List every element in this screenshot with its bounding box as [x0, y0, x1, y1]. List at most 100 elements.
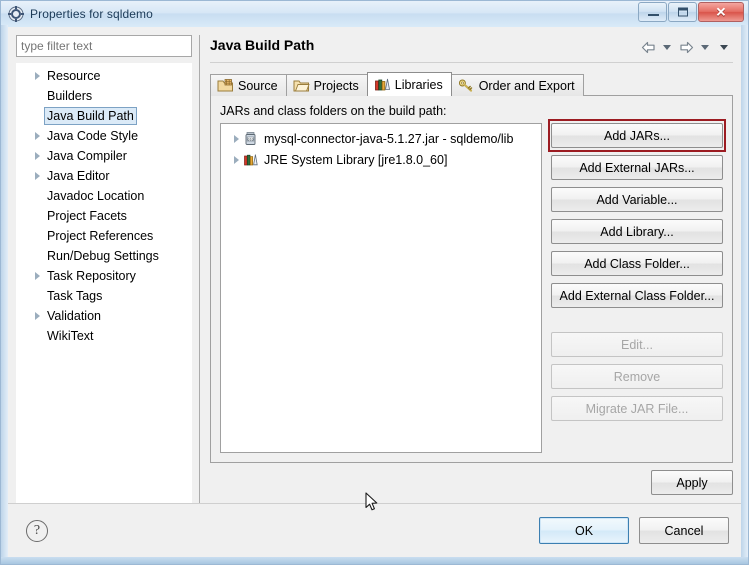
close-button[interactable]: ✕: [698, 2, 744, 22]
tab-libraries[interactable]: Libraries: [366, 72, 452, 96]
tab-label: Projects: [313, 78, 359, 93]
sidebar-item-project-facets[interactable]: Project Facets: [16, 206, 192, 226]
maximize-button[interactable]: [668, 2, 697, 22]
title-bar[interactable]: Properties for sqldemo ✕: [1, 1, 748, 27]
jar-tree-row[interactable]: JRE System Library [jre1.8.0_60]: [221, 149, 541, 170]
back-arrow-icon[interactable]: [639, 39, 657, 55]
remove-button: Remove: [551, 364, 723, 389]
sidebar-item-label: WikiText: [47, 329, 94, 343]
sidebar-item-java-compiler[interactable]: Java Compiler: [16, 146, 192, 166]
jars-tree[interactable]: 010 mysql-connector-java-5.1.27.jar - sql…: [220, 123, 542, 453]
window-frame-left: [1, 25, 8, 564]
window-controls: ✕: [637, 2, 744, 22]
migrate-jar-file-button: Migrate JAR File...: [551, 396, 723, 421]
dialog-body: Resource Builders Java Build Path Java Code…: [8, 27, 741, 557]
sidebar-item-label: Resource: [47, 69, 101, 83]
edit-button: Edit...: [551, 332, 723, 357]
sidebar-item-label: Task Repository: [47, 269, 136, 283]
jar-entry-label: mysql-connector-java-5.1.27.jar - sqldem…: [264, 131, 514, 146]
projects-folder-icon: [293, 78, 310, 93]
maximize-icon: [677, 7, 688, 17]
add-jars-button[interactable]: Add JARs...: [551, 123, 723, 148]
expand-arrow-icon[interactable]: [30, 152, 44, 160]
filter-input[interactable]: [16, 35, 192, 57]
libraries-button-column: Add JARs... Add External JARs... Add Varia…: [548, 119, 726, 453]
sidebar-item-resource[interactable]: Resource: [16, 66, 192, 86]
expand-arrow-icon[interactable]: [30, 172, 44, 180]
window-frame-right: [741, 25, 748, 564]
expand-arrow-icon[interactable]: [229, 155, 243, 164]
eclipse-properties-icon: [8, 6, 24, 22]
help-icon[interactable]: ?: [26, 519, 48, 542]
tab-projects[interactable]: Projects: [285, 74, 368, 96]
expand-arrow-icon[interactable]: [30, 72, 44, 80]
window-title: Properties for sqldemo: [30, 7, 153, 21]
expand-arrow-icon[interactable]: [30, 132, 44, 140]
sidebar-item-label: Java Code Style: [47, 129, 139, 143]
source-folder-icon: [217, 78, 234, 93]
tab-label: Source: [238, 78, 278, 93]
sidebar-item-java-editor[interactable]: Java Editor: [16, 166, 192, 186]
jre-library-icon: [243, 152, 259, 168]
sidebar-item-task-tags[interactable]: Task Tags: [16, 286, 192, 306]
tab-source[interactable]: Source: [210, 74, 287, 96]
ok-button[interactable]: OK: [539, 517, 629, 544]
window-frame-bottom: [1, 557, 748, 564]
sidebar-item-javadoc-location[interactable]: Javadoc Location: [16, 186, 192, 206]
tab-label: Libraries: [394, 77, 443, 92]
minimize-button[interactable]: [638, 2, 667, 22]
back-menu-chevron-down-icon[interactable]: [658, 39, 676, 55]
expand-arrow-icon[interactable]: [30, 312, 44, 320]
page-header: Java Build Path: [210, 35, 733, 63]
sidebar-item-project-references[interactable]: Project References: [16, 226, 192, 246]
build-path-tabs[interactable]: Source Projects Libraries Order and Export: [210, 72, 733, 96]
add-external-jars-button[interactable]: Add External JARs...: [551, 155, 723, 180]
sidebar-item-label: Task Tags: [47, 289, 103, 303]
libraries-books-icon: [374, 77, 391, 92]
add-class-folder-button[interactable]: Add Class Folder...: [551, 251, 723, 276]
preference-page: Java Build Path Source Projects Librarie…: [200, 35, 733, 503]
forward-menu-chevron-down-icon[interactable]: [696, 39, 714, 55]
sidebar-item-label: Project References: [47, 229, 154, 243]
page-navigation: [639, 35, 733, 55]
sidebar-item-label: Run/Debug Settings: [47, 249, 159, 263]
tab-order-and-export[interactable]: Order and Export: [450, 74, 584, 96]
properties-dialog-window: Properties for sqldemo ✕ Resource Builder…: [0, 0, 749, 565]
dialog-footer: ? OK Cancel: [8, 503, 741, 557]
sidebar-item-wikitext[interactable]: WikiText: [16, 326, 192, 346]
minimize-icon: [648, 14, 659, 16]
expand-arrow-icon[interactable]: [30, 272, 44, 280]
sidebar-item-label: Validation: [47, 309, 101, 323]
dialog-main: Resource Builders Java Build Path Java Code…: [8, 27, 741, 503]
sidebar-item-label: Java Editor: [47, 169, 110, 183]
apply-button[interactable]: Apply: [651, 470, 733, 495]
view-menu-chevron-down-icon[interactable]: [715, 39, 733, 55]
jar-tree-row[interactable]: 010 mysql-connector-java-5.1.27.jar - sql…: [221, 128, 541, 149]
libraries-tab-content: JARs and class folders on the build path…: [210, 95, 733, 463]
add-variable-button[interactable]: Add Variable...: [551, 187, 723, 212]
preferences-sidebar: Resource Builders Java Build Path Java Code…: [16, 35, 200, 503]
cancel-button[interactable]: Cancel: [639, 517, 729, 544]
page-title: Java Build Path: [210, 37, 315, 53]
sidebar-item-task-repository[interactable]: Task Repository: [16, 266, 192, 286]
jars-list-label: JARs and class folders on the build path…: [220, 104, 447, 118]
order-export-key-icon: [458, 78, 475, 93]
add-external-class-folder-button[interactable]: Add External Class Folder...: [551, 283, 723, 308]
add-library-button[interactable]: Add Library...: [551, 219, 723, 244]
sidebar-item-validation[interactable]: Validation: [16, 306, 192, 326]
button-group-spacer: [551, 315, 723, 325]
jar-entry-label: JRE System Library [jre1.8.0_60]: [264, 152, 448, 167]
sidebar-item-builders[interactable]: Builders: [16, 86, 192, 106]
preferences-tree[interactable]: Resource Builders Java Build Path Java Code…: [16, 63, 192, 503]
tab-label: Order and Export: [478, 78, 575, 93]
close-icon: ✕: [715, 4, 727, 20]
sidebar-item-java-build-path[interactable]: Java Build Path: [16, 106, 192, 126]
jar-icon: 010: [243, 131, 259, 147]
forward-arrow-icon[interactable]: [677, 39, 695, 55]
sidebar-item-run-debug-settings[interactable]: Run/Debug Settings: [16, 246, 192, 266]
expand-arrow-icon[interactable]: [229, 134, 243, 143]
sidebar-item-label: Javadoc Location: [47, 189, 145, 203]
sidebar-item-java-code-style[interactable]: Java Code Style: [16, 126, 192, 146]
sidebar-item-label: Project Facets: [47, 209, 127, 223]
svg-text:010: 010: [247, 137, 253, 141]
